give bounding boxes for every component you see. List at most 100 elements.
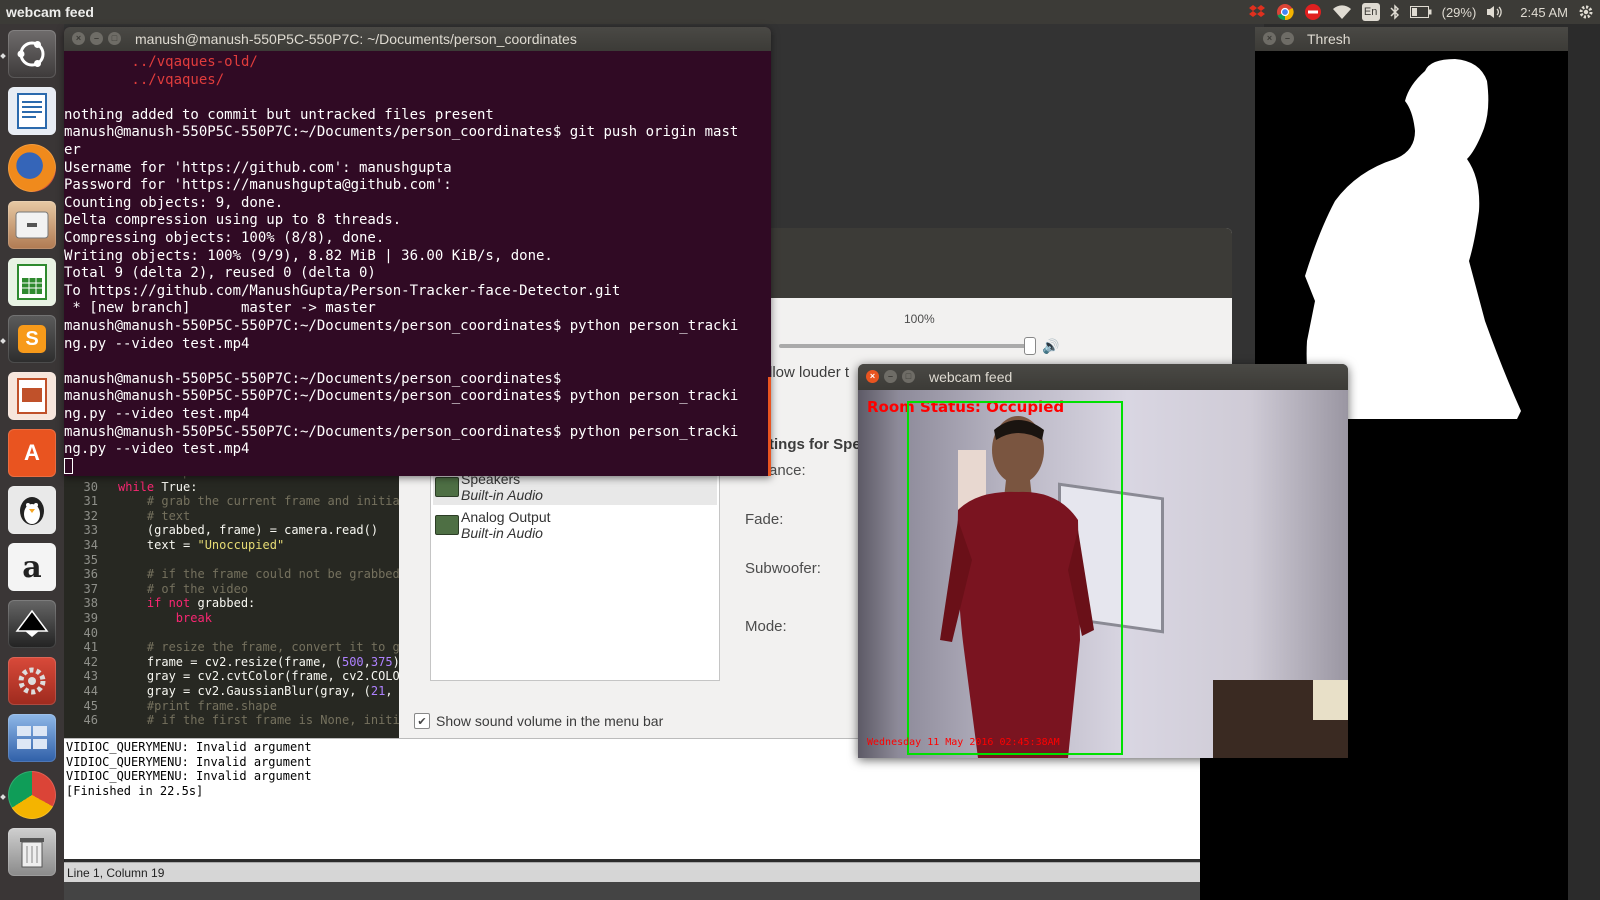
code-line: 33 (grabbed, frame) = camera.read(): [64, 523, 379, 538]
line-number: 39: [83, 611, 98, 625]
fade-label: Fade:: [745, 511, 784, 528]
code-token: )): [393, 655, 399, 669]
wifi-icon[interactable]: [1332, 3, 1352, 21]
terminal-cursor: [64, 458, 73, 474]
thresh-titlebar[interactable]: × – Thresh: [1255, 27, 1568, 51]
code-line: 41 # resize the frame, convert it to gra: [64, 640, 399, 655]
terminal-line: manush@manush-550P5C-550P7C:~/Documents/…: [64, 124, 739, 141]
allow-louder-label: llow louder t: [769, 364, 850, 381]
device-subtitle: Built-in Audio: [461, 525, 543, 541]
terminal-line: ng.py --video test.mp4: [64, 335, 250, 352]
libreoffice-impress-icon[interactable]: [8, 372, 56, 420]
close-icon[interactable]: ×: [72, 32, 85, 45]
line-number: 33: [83, 523, 98, 538]
code-token: frame = cv2.resize(frame, (: [118, 654, 342, 669]
thresh-title: Thresh: [1307, 31, 1351, 47]
pillow: [1313, 680, 1348, 720]
terminal-line: ../vqaques-old/: [64, 54, 258, 70]
trash-icon[interactable]: [8, 828, 56, 876]
door-frame: [858, 390, 898, 758]
terminal-line: manush@manush-550P5C-550P7C:~/Documents/…: [64, 423, 739, 440]
line-number: 41: [83, 640, 98, 655]
amazon-icon[interactable]: a: [8, 543, 56, 591]
subwoofer-label: Subwoofer:: [745, 560, 821, 577]
code-token: grabbed:: [197, 596, 256, 611]
clock[interactable]: 2:45 AM: [1520, 5, 1568, 20]
line-number: 44: [83, 684, 98, 698]
code-token: 21: [370, 684, 386, 698]
minimize-icon[interactable]: –: [1281, 32, 1294, 45]
terminal-line: Password for 'https://manushgupta@github…: [64, 177, 452, 194]
show-volume-checkbox[interactable]: ✔: [414, 713, 430, 729]
gear-icon[interactable]: [1578, 3, 1594, 21]
code-token: ,: [363, 654, 371, 669]
ubuntu-dash-icon[interactable]: [8, 30, 56, 78]
close-icon[interactable]: ×: [866, 370, 879, 383]
volume-slider[interactable]: [779, 344, 1029, 348]
line-number: 38: [83, 596, 98, 611]
balance-label: ance:: [769, 462, 806, 479]
line-number: 42: [83, 654, 98, 669]
line-number: 32: [83, 508, 98, 523]
minimize-icon[interactable]: –: [90, 32, 103, 45]
line-number: 34: [83, 538, 98, 552]
keyboard-icon[interactable]: En: [1361, 3, 1380, 21]
terminal-line: ng.py --video test.mp4: [64, 441, 250, 458]
firefox-icon[interactable]: [8, 144, 56, 192]
inkscape-icon[interactable]: [8, 600, 56, 648]
software-center-icon[interactable]: A: [8, 429, 56, 477]
code-token: # if the first frame is None, initial: [118, 713, 399, 728]
maximize-icon[interactable]: □: [902, 370, 915, 383]
volume-icon[interactable]: [1486, 3, 1504, 21]
code-token: # if the frame could not be grabbed,: [118, 567, 399, 582]
terminal-window[interactable]: × – □ manush@manush-550P5C-550P7C: ~/Doc…: [64, 27, 771, 476]
dropbox-icon[interactable]: [1248, 3, 1266, 21]
sound-card-icon: [435, 477, 459, 497]
camera-timestamp: Wednesday 11 May 2016 02:45:38AM: [867, 737, 1060, 748]
code-line: 32 # text: [64, 508, 191, 524]
terminal-titlebar[interactable]: × – □ manush@manush-550P5C-550P7C: ~/Doc…: [64, 27, 771, 51]
device-item-analog-output[interactable]: Analog Output Built-in Audio: [433, 507, 717, 543]
camera-frame: Room Status: Occupied Wednesday 11 May 2…: [858, 390, 1348, 758]
sublime-text-icon[interactable]: S: [8, 315, 56, 363]
minimize-icon[interactable]: –: [884, 370, 897, 383]
workspace-switcher-icon[interactable]: [8, 714, 56, 762]
terminal-line: ng.py --video test.mp4: [64, 406, 250, 422]
webcam-title: webcam feed: [929, 369, 1013, 385]
volume-slider-thumb[interactable]: [1024, 337, 1036, 355]
bluetooth-icon[interactable]: [1390, 3, 1400, 21]
code-token: True:: [161, 479, 198, 494]
maximize-icon[interactable]: □: [108, 32, 121, 45]
line-number: 45: [83, 698, 98, 713]
code-token: # text: [118, 508, 191, 523]
terminal-title: manush@manush-550P5C-550P7C: ~/Documents…: [135, 31, 577, 47]
libreoffice-writer-icon[interactable]: [8, 87, 56, 135]
sound-card-icon: [435, 515, 459, 535]
close-icon[interactable]: ×: [1263, 32, 1276, 45]
system-settings-icon[interactable]: [8, 657, 56, 705]
webcam-titlebar[interactable]: × – □ webcam feed: [858, 364, 1348, 390]
code-token: if not: [118, 596, 198, 611]
code-token: 500: [341, 654, 364, 669]
libreoffice-calc-icon[interactable]: [8, 258, 56, 306]
terminal-line: Compressing objects: 100% (8/8), done.: [64, 230, 385, 246]
chrome-icon[interactable]: [1276, 3, 1294, 21]
terminal-line: Writing objects: 100% (9/9), 8.82 MiB | …: [64, 247, 553, 264]
no-entry-icon[interactable]: [1304, 3, 1322, 21]
line-number: 37: [83, 581, 98, 596]
pidgin-icon[interactable]: [8, 486, 56, 534]
line-number: 30: [83, 479, 98, 494]
speaker-icon: 🔊: [1042, 338, 1060, 354]
battery-icon[interactable]: [1409, 3, 1432, 21]
code-token: "Unoccupied": [197, 538, 285, 552]
chrome-launcher-icon[interactable]: [8, 771, 56, 819]
launcher: S A a: [0, 24, 65, 900]
terminal-line: Total 9 (delta 2), reused 0 (delta 0): [64, 265, 376, 282]
show-volume-label: Show sound volume in the menu bar: [436, 713, 664, 729]
terminal-line: er: [64, 142, 81, 158]
files-icon[interactable]: [8, 201, 56, 249]
code-line: 38 if not grabbed:: [64, 596, 256, 611]
code-editor[interactable]: 29 # loop over the frames of the video30…: [64, 470, 399, 738]
code-token: text =: [118, 538, 198, 552]
show-volume-option[interactable]: ✔ Show sound volume in the menu bar: [414, 713, 663, 729]
